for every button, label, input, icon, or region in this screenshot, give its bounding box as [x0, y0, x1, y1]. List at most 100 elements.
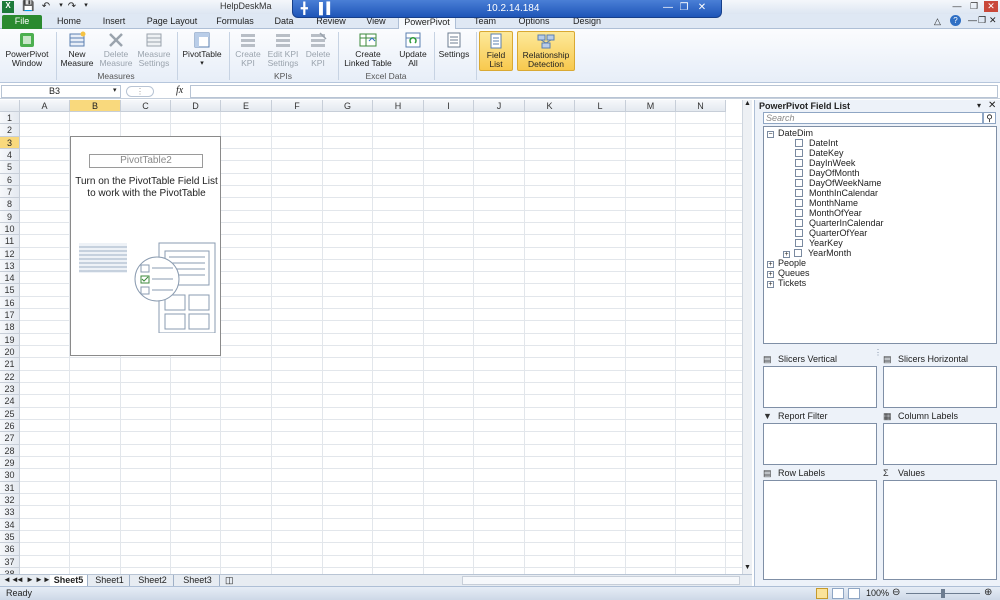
row-header-8[interactable]: 8 [0, 198, 20, 211]
column-header-d[interactable]: D [171, 100, 221, 112]
column-header-i[interactable]: I [424, 100, 474, 112]
formula-input[interactable] [190, 85, 998, 98]
column-header-a[interactable]: A [20, 100, 70, 112]
field-checkbox[interactable] [795, 139, 803, 147]
row-header-4[interactable]: 4 [0, 148, 20, 162]
rdp-restore-icon[interactable]: ❐ [677, 2, 691, 13]
expand-icon[interactable]: + [767, 271, 774, 278]
table-node[interactable]: + People [767, 258, 995, 268]
row-header-3[interactable]: 3 [0, 136, 20, 149]
row-header-10[interactable]: 10 [0, 222, 20, 236]
tab-file[interactable]: File [2, 15, 42, 29]
field-checkbox[interactable] [794, 249, 802, 257]
row-header-13[interactable]: 13 [0, 259, 20, 273]
report-filter-drop-area[interactable] [763, 423, 877, 465]
column-labels-drop-area[interactable] [883, 423, 997, 465]
column-header-g[interactable]: G [323, 100, 373, 112]
field-search-input[interactable]: Search [763, 112, 983, 124]
expand-icon[interactable]: + [783, 251, 790, 258]
field-item[interactable]: DateKey [767, 148, 995, 158]
table-node[interactable]: + Queues [767, 268, 995, 278]
zoom-in-icon[interactable]: ⊕ [984, 587, 992, 598]
sheet-tab-sheet3[interactable]: Sheet3 [176, 575, 220, 586]
page-layout-view-icon[interactable] [832, 588, 844, 599]
row-header-22[interactable]: 22 [0, 370, 20, 384]
field-item[interactable]: DayOfWeekName [767, 178, 995, 188]
update-all-button[interactable]: Update All [396, 31, 430, 71]
row-header-27[interactable]: 27 [0, 432, 20, 445]
row-header-37[interactable]: 37 [0, 555, 20, 568]
row-header-34[interactable]: 34 [0, 518, 20, 531]
redo-icon[interactable]: ↷ [66, 1, 78, 13]
settings-button[interactable]: Settings [436, 31, 472, 71]
row-header-31[interactable]: 31 [0, 481, 20, 494]
row-header-16[interactable]: 16 [0, 296, 20, 310]
pivottable-button[interactable]: PivotTable ▾ [180, 31, 224, 71]
vertical-scrollbar[interactable]: ▲ ▼ [742, 100, 752, 574]
field-list-button[interactable]: Field List [479, 31, 513, 71]
row-header-7[interactable]: 7 [0, 185, 20, 199]
pane-close-icon[interactable]: ✕ [988, 100, 996, 111]
table-node[interactable]: − DateDim [767, 128, 995, 138]
worksheet-grid[interactable]: ABCDEFGHIJKLMN 1 2 3 4 5 6 7 8 9 10 11 12 13 14 15 16 17… [0, 100, 752, 574]
field-item[interactable]: + YearMonth [767, 248, 995, 258]
search-icon[interactable]: ⚲ [983, 112, 996, 124]
scroll-up-icon[interactable]: ▲ [744, 100, 751, 107]
collapse-icon[interactable]: − [767, 131, 774, 138]
edit-kpi-settings-button[interactable]: Edit KPI Settings [265, 31, 301, 71]
row-header-21[interactable]: 21 [0, 358, 20, 371]
row-header-30[interactable]: 30 [0, 469, 20, 482]
column-header-f[interactable]: F [272, 100, 323, 112]
rdp-minimize-icon[interactable]: — [661, 2, 675, 13]
delete-measure-button[interactable]: Delete Measure [97, 31, 135, 71]
row-header-36[interactable]: 36 [0, 543, 20, 556]
name-box[interactable]: B3 [1, 85, 121, 98]
column-header-c[interactable]: C [121, 100, 171, 112]
customize-quick-access-icon[interactable]: ▾ [80, 1, 92, 13]
zoom-level[interactable]: 100% [866, 588, 889, 598]
column-header-l[interactable]: L [575, 100, 626, 112]
workbook-restore-icon[interactable]: ❐ [978, 15, 986, 26]
new-measure-button[interactable]: New Measure [58, 31, 96, 71]
field-checkbox[interactable] [795, 209, 803, 217]
scroll-down-icon[interactable]: ▼ [744, 564, 751, 571]
row-header-6[interactable]: 6 [0, 173, 20, 186]
help-icon[interactable]: ? [950, 15, 961, 26]
row-header-24[interactable]: 24 [0, 395, 20, 408]
row-header-1[interactable]: 1 [0, 112, 20, 125]
insert-sheet-icon[interactable]: ◫ [225, 575, 234, 586]
row-labels-drop-area[interactable] [763, 480, 877, 580]
save-icon[interactable]: 💾 [22, 1, 34, 13]
rdp-close-icon[interactable]: ✕ [695, 2, 709, 13]
field-item[interactable]: DateInt [767, 138, 995, 148]
relationship-detection-button[interactable]: Relationship Detection [517, 31, 575, 71]
restore-icon[interactable]: ❐ [967, 1, 981, 12]
row-header-17[interactable]: 17 [0, 309, 20, 322]
sheet-tab-sheet1[interactable]: Sheet1 [90, 575, 130, 586]
field-checkbox[interactable] [795, 179, 803, 187]
undo-icon[interactable]: ↶ [40, 1, 52, 13]
zoom-out-icon[interactable]: ⊖ [892, 587, 900, 598]
tab-home[interactable]: Home [50, 15, 88, 29]
create-linked-table-button[interactable]: Create Linked Table [341, 31, 395, 71]
field-item[interactable]: MonthName [767, 198, 995, 208]
field-checkbox[interactable] [795, 239, 803, 247]
zoom-slider-thumb[interactable] [941, 589, 945, 598]
tab-formulas[interactable]: Formulas [210, 15, 260, 29]
row-header-5[interactable]: 5 [0, 161, 20, 174]
name-box-dropdown-icon[interactable]: ▾ [113, 86, 117, 94]
column-header-k[interactable]: K [525, 100, 575, 112]
powerpivot-window-button[interactable]: PowerPivot Window [2, 31, 52, 71]
row-header-25[interactable]: 25 [0, 407, 20, 420]
expand-icon[interactable]: + [767, 261, 774, 268]
column-header-j[interactable]: J [474, 100, 525, 112]
column-header-n[interactable]: N [676, 100, 726, 112]
row-header-14[interactable]: 14 [0, 272, 20, 285]
row-header-35[interactable]: 35 [0, 530, 20, 544]
expand-icon[interactable]: + [767, 281, 774, 288]
prev-sheet-icon[interactable]: ◄ [16, 575, 24, 584]
select-all-corner[interactable] [0, 100, 20, 112]
minimize-icon[interactable]: — [950, 1, 964, 12]
tab-insert[interactable]: Insert [95, 15, 133, 29]
sheet-tab-sheet2[interactable]: Sheet2 [132, 575, 174, 586]
